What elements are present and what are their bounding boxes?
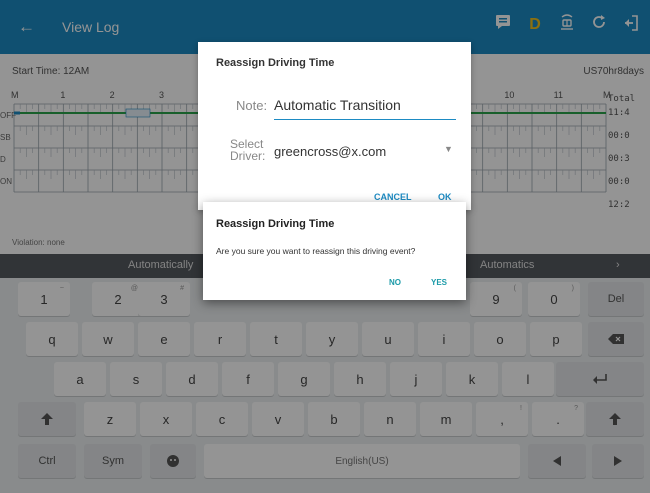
confirm-dialog: Reassign Driving Time Are you sure you w… bbox=[203, 202, 466, 300]
select-driver-label: Select Driver: bbox=[230, 137, 266, 163]
cancel-button[interactable]: CANCEL bbox=[374, 192, 412, 202]
note-input[interactable]: Automatic Transition bbox=[274, 97, 401, 113]
confirm-message: Are you sure you want to reassign this d… bbox=[216, 246, 416, 256]
ok-button[interactable]: OK bbox=[438, 192, 452, 202]
dropdown-caret-icon[interactable]: ▼ bbox=[444, 144, 453, 154]
note-input-underline bbox=[274, 119, 456, 120]
reassign-form-dialog: Reassign Driving Time Note: Automatic Tr… bbox=[198, 42, 471, 210]
confirm-title: Reassign Driving Time bbox=[216, 218, 335, 230]
reassign-form-title: Reassign Driving Time bbox=[216, 57, 335, 69]
note-label: Note: bbox=[236, 98, 268, 113]
yes-button[interactable]: YES bbox=[431, 278, 447, 287]
driver-select[interactable]: greencross@x.com bbox=[274, 144, 386, 159]
no-button[interactable]: NO bbox=[389, 278, 401, 287]
